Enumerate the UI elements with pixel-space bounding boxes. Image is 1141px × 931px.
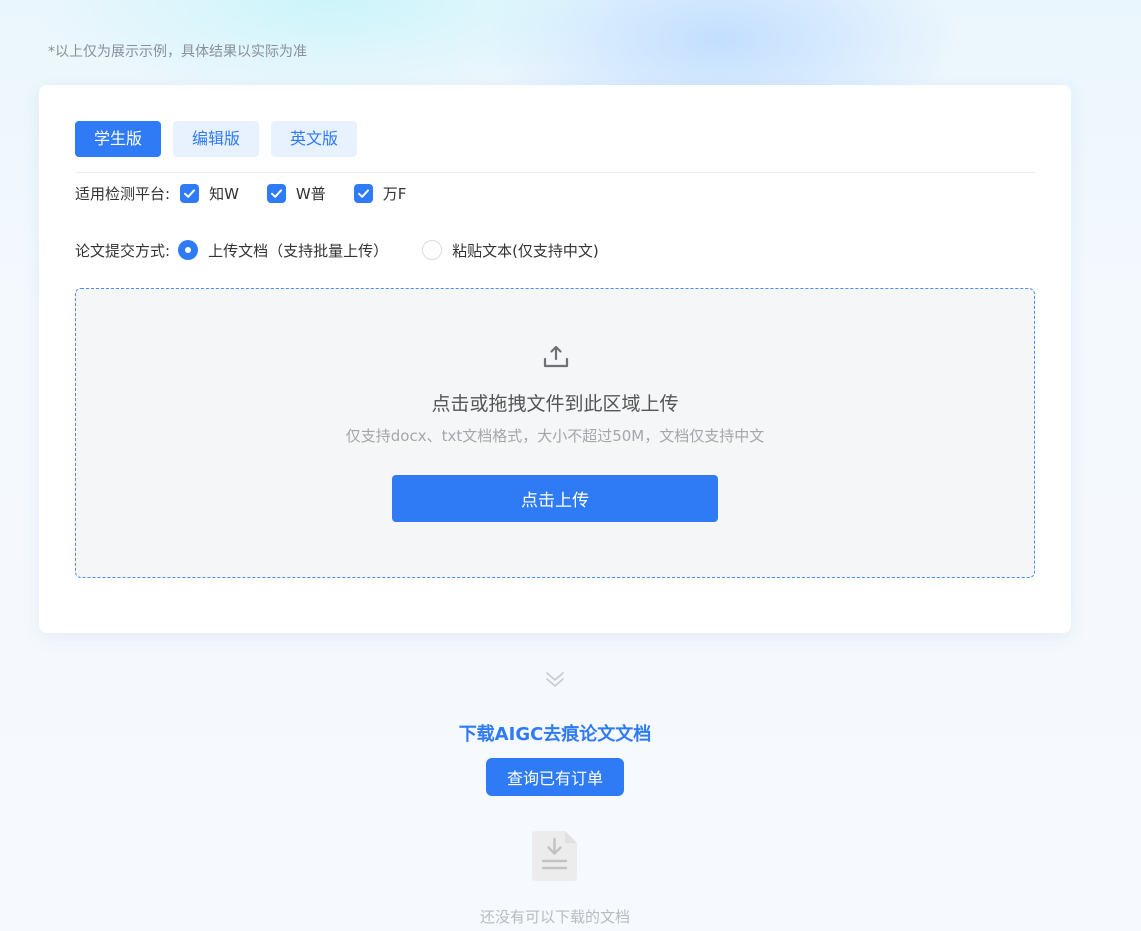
checkbox-checked-icon[interactable] [180, 183, 200, 203]
platform-option-label: 万F [382, 184, 407, 203]
platform-row: 适用检测平台: 知W W普 万F [75, 182, 426, 204]
main-card: 学生版 编辑版 英文版 适用检测平台: 知W W普 万F 论文提交方式: 上传文… [39, 85, 1071, 633]
disclaimer-text: *以上仅为展示示例，具体结果以实际为准 [48, 44, 307, 60]
platform-checkbox-wpu[interactable]: W普 [259, 183, 326, 204]
download-section-title: 下载AIGC去痕论文文档 [458, 724, 652, 745]
dropzone-title: 点击或拖拽文件到此区域上传 [431, 393, 679, 415]
query-orders-button[interactable]: 查询已有订单 [486, 758, 624, 796]
upload-icon [543, 345, 569, 368]
tab-english[interactable]: 英文版 [271, 121, 358, 157]
tabs-divider [75, 172, 1035, 173]
download-document-icon [532, 831, 577, 881]
version-tabs: 学生版 编辑版 英文版 [75, 121, 369, 157]
tab-student[interactable]: 学生版 [75, 121, 162, 157]
radio-option-label: 上传文档（支持批量上传） [208, 241, 389, 260]
tab-editor[interactable]: 编辑版 [173, 121, 260, 157]
radio-paste-text[interactable]: 粘贴文本(仅支持中文) [416, 240, 599, 261]
double-chevron-down-icon [546, 672, 564, 687]
upload-dropzone[interactable]: 点击或拖拽文件到此区域上传 仅支持docx、txt文档格式，大小不超过50M，文… [75, 288, 1035, 578]
radio-option-label: 粘贴文本(仅支持中文) [452, 241, 599, 260]
platform-checkbox-zhiw[interactable]: 知W [172, 183, 239, 204]
dropzone-hint: 仅支持docx、txt文档格式，大小不超过50M，文档仅支持中文 [345, 427, 765, 445]
upload-button[interactable]: 点击上传 [392, 475, 718, 522]
checkbox-checked-icon[interactable] [266, 183, 286, 203]
platform-checkbox-wanf[interactable]: 万F [346, 183, 407, 204]
platform-label: 适用检测平台: [75, 184, 171, 203]
radio-upload-document[interactable]: 上传文档（支持批量上传） [172, 240, 388, 261]
checkbox-checked-icon[interactable] [353, 183, 373, 203]
radio-unselected-icon[interactable] [422, 240, 443, 260]
submit-method-row: 论文提交方式: 上传文档（支持批量上传） 粘贴文本(仅支持中文) [75, 239, 627, 261]
platform-option-label: 知W [209, 184, 239, 203]
submit-method-label: 论文提交方式: [75, 241, 171, 260]
radio-selected-icon[interactable] [178, 240, 199, 260]
empty-download-text: 还没有可以下载的文档 [479, 908, 630, 926]
platform-option-label: W普 [295, 184, 326, 203]
